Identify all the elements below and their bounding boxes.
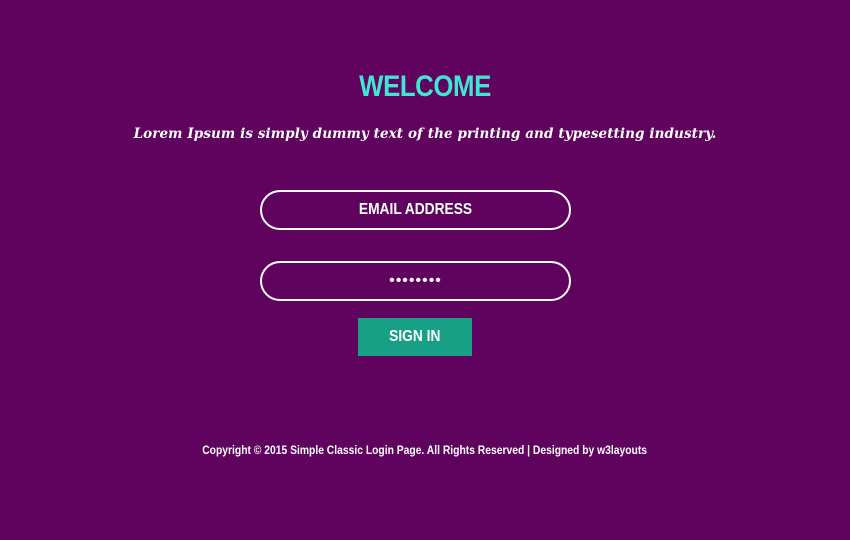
sign-in-button-label: SIGN IN xyxy=(389,328,441,345)
password-field[interactable] xyxy=(260,261,571,301)
footer-copyright: Copyright © 2015 Simple Classic Login Pa… xyxy=(0,443,850,457)
tagline: Lorem Ipsum is simply dummy text of the … xyxy=(133,126,717,142)
footer-copyright-text: Copyright © 2015 Simple Classic Login Pa… xyxy=(202,443,648,457)
page-title: WELCOME xyxy=(359,70,491,103)
email-field[interactable] xyxy=(260,190,571,230)
sign-in-button[interactable]: SIGN IN xyxy=(358,318,472,356)
